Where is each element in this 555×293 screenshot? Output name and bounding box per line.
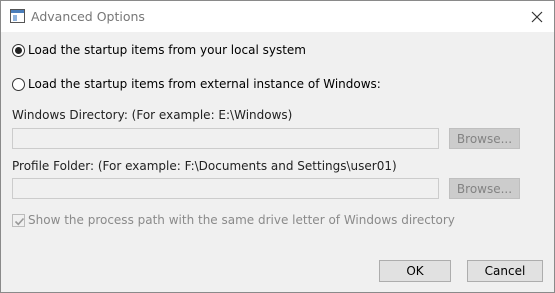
radio-external-windows[interactable]: Load the startup items from external ins… [12, 77, 381, 91]
profile-folder-input[interactable] [12, 178, 439, 199]
window-title: Advanced Options [31, 9, 145, 24]
radio-local-system-label: Load the startup items from your local s… [28, 43, 306, 57]
radio-local-system[interactable]: Load the startup items from your local s… [12, 43, 306, 57]
radio-local-system-button[interactable] [12, 43, 25, 57]
profile-folder-browse-button[interactable]: Browse... [449, 178, 520, 199]
title-bar: Advanced Options [1, 1, 554, 32]
show-process-path-label: Show the process path with the same driv… [28, 213, 455, 227]
advanced-options-dialog: Advanced Options Load the startup items … [0, 0, 555, 293]
profile-folder-label: Profile Folder: (For example: F:\Documen… [12, 159, 397, 173]
close-icon [531, 11, 543, 23]
close-button[interactable] [521, 4, 553, 30]
show-process-path-checkbox[interactable] [12, 213, 25, 227]
radio-external-windows-button[interactable] [12, 77, 25, 91]
show-process-path-option[interactable]: Show the process path with the same driv… [12, 213, 455, 227]
window-app-icon [10, 9, 25, 23]
ok-button[interactable]: OK [379, 260, 451, 282]
windows-directory-input[interactable] [12, 128, 439, 149]
windows-directory-browse-button[interactable]: Browse... [449, 128, 520, 149]
checkmark-icon [14, 217, 25, 225]
windows-directory-label: Windows Directory: (For example: E:\Wind… [12, 108, 293, 122]
radio-external-windows-label: Load the startup items from external ins… [28, 77, 381, 91]
cancel-button[interactable]: Cancel [467, 260, 543, 282]
